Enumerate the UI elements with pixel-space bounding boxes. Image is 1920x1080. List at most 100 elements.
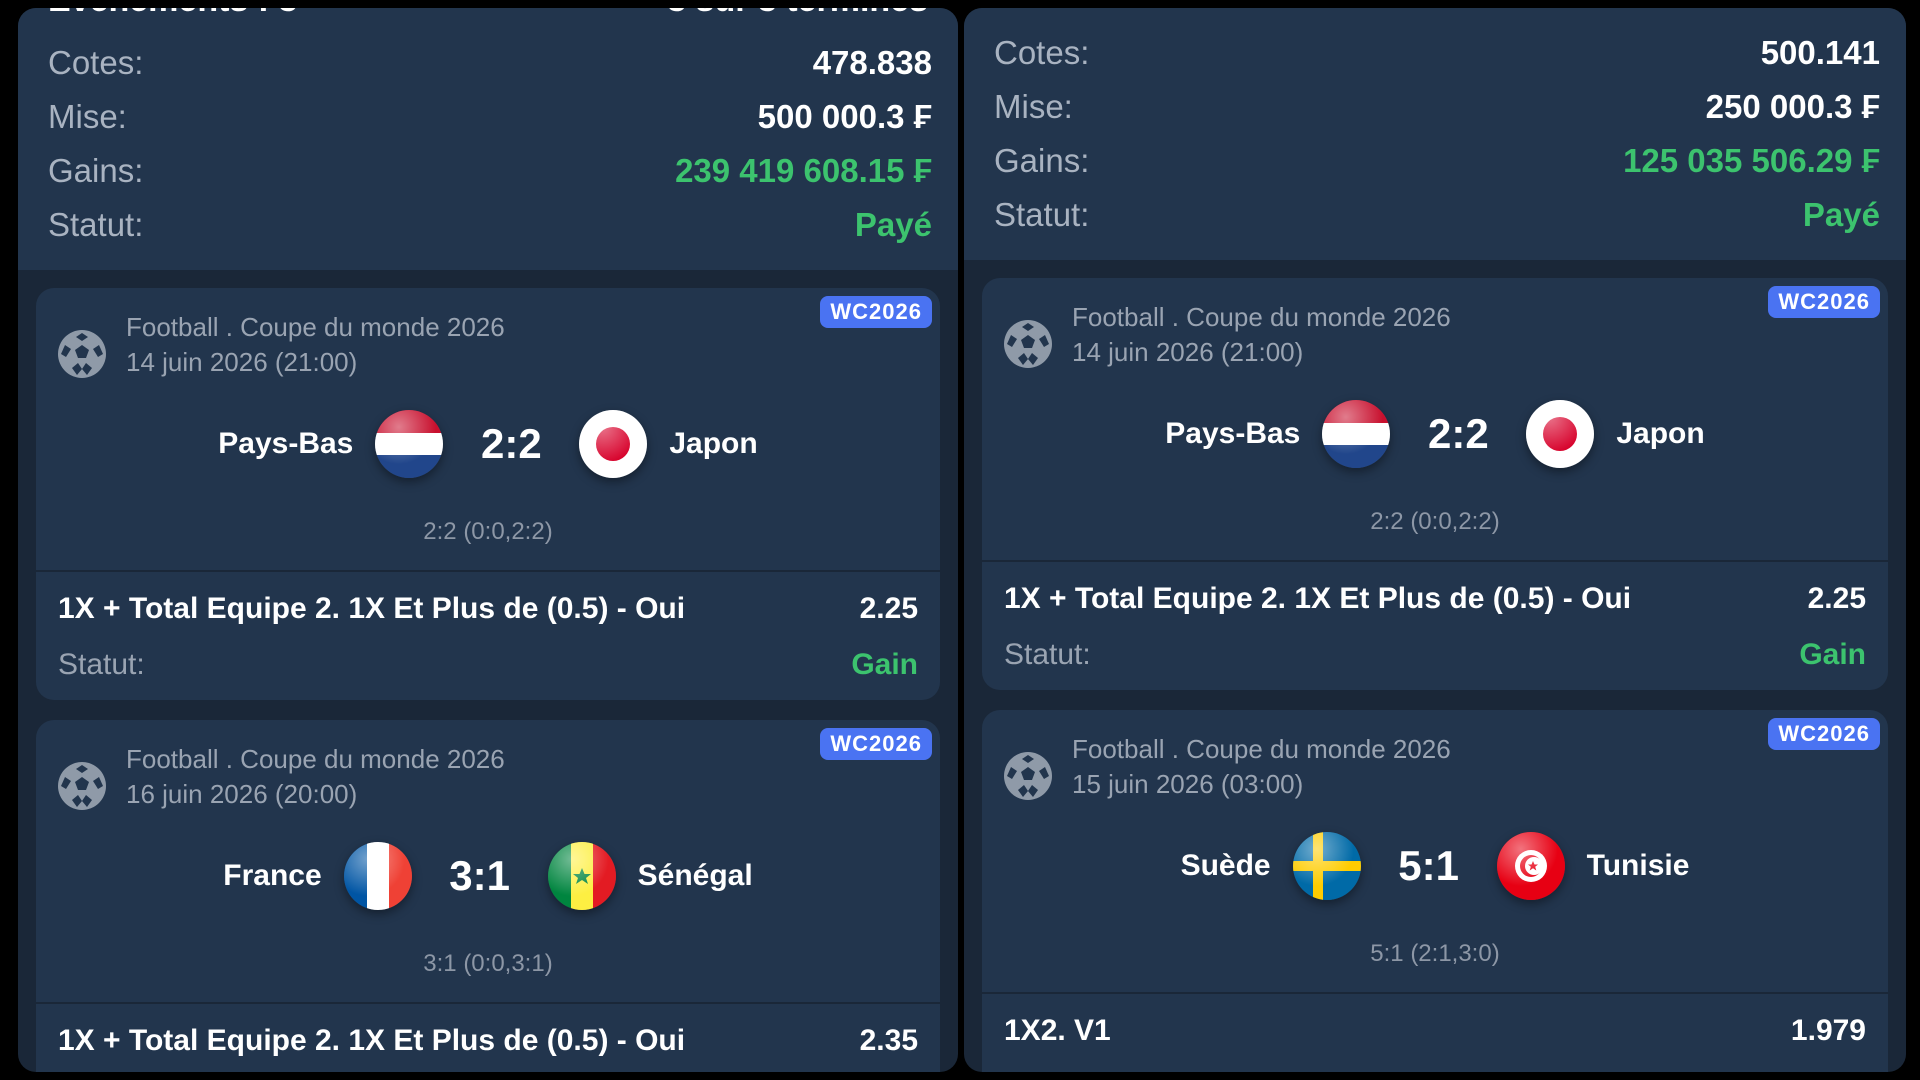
event-card[interactable]: Football . Coupe du monde 2026 14 juin 2…: [36, 288, 940, 700]
events-count: Événements : 3: [48, 8, 297, 20]
event-card[interactable]: Football . Coupe du monde 2026 14 juin 2…: [982, 278, 1888, 690]
summary-row-winnings: Gains: 125 035 506.29 ₣: [994, 142, 1880, 180]
summary-label: Mise:: [48, 98, 127, 135]
tunisia-flag-icon: [1496, 832, 1565, 900]
event-meta: Football . Coupe du monde 2026 14 juin 2…: [1072, 300, 1451, 370]
summary-label: Statut:: [48, 206, 144, 243]
event-date: 15 juin 2026 (03:00): [1072, 769, 1304, 799]
bet-selection: 1X + Total Equipe 2. 1X Et Plus de (0.5)…: [1004, 582, 1632, 615]
away-team: Japon: [1616, 417, 1705, 450]
tournament-badge: WC2026: [820, 296, 932, 328]
bet-row: 1X + Total Equipe 2. 1X Et Plus de (0.5)…: [58, 1024, 918, 1058]
event-league: Football . Coupe du monde 2026: [1072, 734, 1451, 764]
home-team: Pays-Bas: [218, 427, 354, 460]
bet-status-label: Statut:: [58, 648, 145, 681]
match-row: Pays-Bas 2:2 Japon: [36, 410, 940, 478]
bet-odd: 2.25: [1807, 582, 1866, 615]
match-score: 2:2: [481, 420, 542, 467]
score-detail: 2:2 (0:0,2:2): [1370, 508, 1500, 535]
sweden-flag-icon: [1292, 832, 1361, 900]
summary-value: Payé: [1802, 196, 1880, 233]
match-row: Pays-Bas 2:2 Japon: [982, 400, 1888, 468]
bet-status-row: Statut: Gain: [1004, 638, 1866, 672]
summary-row-odds: Cotes: 478.838: [48, 44, 932, 82]
summary-row-status: Statut: Payé: [994, 196, 1880, 234]
event-meta: Football . Coupe du monde 2026 15 juin 2…: [1072, 732, 1451, 802]
home-team: France: [223, 859, 322, 892]
summary-value: 500.141: [1760, 34, 1880, 71]
bet-row: 1X2. V1 1.979: [1004, 1014, 1866, 1048]
score-detail: 2:2 (0:0,2:2): [423, 518, 553, 545]
divider: [36, 1002, 940, 1004]
bet-summary: Événements : 3 3 sur 3 terminés Cotes: 4…: [18, 8, 958, 270]
football-icon: [58, 330, 106, 378]
tournament-badge: WC2026: [1768, 718, 1880, 750]
summary-row-status: Statut: Payé: [48, 206, 932, 244]
divider: [982, 560, 1888, 562]
tournament-badge: WC2026: [1768, 286, 1880, 318]
bet-odd: 2.35: [859, 1024, 918, 1057]
japan-flag-icon: [1526, 400, 1595, 468]
summary-row-stake: Mise: 500 000.3 ₣: [48, 98, 932, 136]
event-league: Football . Coupe du monde 2026: [126, 744, 505, 774]
summary-label: Statut:: [994, 196, 1090, 233]
bet-status-label: Statut:: [1004, 638, 1091, 671]
football-icon: [1004, 752, 1052, 800]
bet-row: 1X + Total Equipe 2. 1X Et Plus de (0.5)…: [1004, 582, 1866, 616]
match-score: 5:1: [1398, 842, 1459, 889]
match-score: 3:1: [449, 852, 510, 899]
match-row: Suède 5:1 Tunisie: [982, 832, 1888, 900]
france-flag-icon: [343, 842, 412, 910]
tournament-badge: WC2026: [820, 728, 932, 760]
summary-row-odds: Cotes: 500.141: [994, 34, 1880, 72]
summary-value: 500 000.3 ₣: [757, 98, 932, 135]
event-meta: Football . Coupe du monde 2026 14 juin 2…: [126, 310, 505, 380]
bet-odd: 2.25: [859, 592, 918, 625]
home-team: Suède: [1180, 849, 1271, 882]
events-finished: 3 sur 3 terminés: [667, 8, 928, 20]
event-card[interactable]: Football . Coupe du monde 2026 16 juin 2…: [36, 720, 940, 1072]
bet-selection: 1X + Total Equipe 2. 1X Et Plus de (0.5)…: [58, 592, 686, 625]
event-date: 14 juin 2026 (21:00): [1072, 337, 1304, 367]
score-detail: 3:1 (0:0,3:1): [423, 950, 553, 977]
away-team: Japon: [669, 427, 758, 460]
bet-selection: 1X2. V1: [1004, 1014, 1111, 1047]
away-team: Sénégal: [637, 859, 753, 892]
netherlands-flag-icon: [375, 410, 444, 478]
bet-odd: 1.979: [1790, 1014, 1866, 1047]
bet-receipt-right: — ❐ ✕ Cotes: 500.141 Mise: 250 000.3 ₣ G…: [964, 8, 1906, 1072]
home-team: Pays-Bas: [1165, 417, 1301, 450]
japan-flag-icon: [579, 410, 648, 478]
summary-row-winnings: Gains: 239 419 608.15 ₣: [48, 152, 932, 190]
event-league: Football . Coupe du monde 2026: [126, 312, 505, 342]
football-icon: [58, 762, 106, 810]
score-detail: 5:1 (2:1,3:0): [1370, 940, 1500, 967]
summary-value: Payé: [854, 206, 932, 243]
summary-row-stake: Mise: 250 000.3 ₣: [994, 88, 1880, 126]
divider: [36, 570, 940, 572]
match-row: France 3:1 Sénégal: [36, 842, 940, 910]
summary-value: 239 419 608.15 ₣: [675, 152, 932, 189]
bet-selection: 1X + Total Equipe 2. 1X Et Plus de (0.5)…: [58, 1024, 686, 1057]
bet-summary: Cotes: 500.141 Mise: 250 000.3 ₣ Gains: …: [964, 8, 1906, 260]
events-header: Événements : 3 3 sur 3 terminés: [48, 8, 928, 20]
match-score: 2:2: [1428, 410, 1489, 457]
summary-label: Gains:: [994, 142, 1090, 179]
event-date: 14 juin 2026 (21:00): [126, 347, 358, 377]
divider: [982, 992, 1888, 994]
football-icon: [1004, 320, 1052, 368]
event-card[interactable]: Football . Coupe du monde 2026 15 juin 2…: [982, 710, 1888, 1072]
summary-value: 125 035 506.29 ₣: [1623, 142, 1880, 179]
bet-row: 1X + Total Equipe 2. 1X Et Plus de (0.5)…: [58, 592, 918, 626]
netherlands-flag-icon: [1322, 400, 1391, 468]
bet-status-value: Gain: [851, 648, 918, 681]
summary-value: 250 000.3 ₣: [1705, 88, 1880, 125]
summary-label: Gains:: [48, 152, 144, 189]
bet-status-row: Statut: Gain: [58, 648, 918, 682]
away-team: Tunisie: [1586, 849, 1690, 882]
bet-status-value: Gain: [1799, 638, 1866, 671]
summary-label: Cotes:: [48, 44, 144, 81]
senegal-flag-icon: [547, 842, 616, 910]
summary-value: 478.838: [812, 44, 932, 81]
event-date: 16 juin 2026 (20:00): [126, 779, 358, 809]
